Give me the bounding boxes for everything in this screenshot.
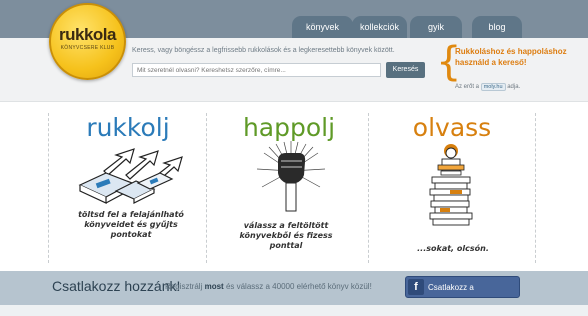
facebook-join-button[interactable]: f Csatlakozz a Facebookkal xyxy=(405,276,520,314)
column-title-olvass[interactable]: olvass xyxy=(372,113,532,142)
signup-footer: Csatlakozz hozzánk! Regisztrálj most és … xyxy=(0,271,588,314)
facebook-icon: f xyxy=(408,279,424,295)
nav-tab-books[interactable]: könyvek xyxy=(292,16,353,38)
moly-badge[interactable]: moly.hu xyxy=(480,83,506,91)
nav-tab-blog[interactable]: blog xyxy=(472,16,522,38)
join-title: Csatlakozz hozzánk! xyxy=(52,278,181,294)
reader-on-books-illustration xyxy=(429,144,473,226)
powered-by-suffix: adja. xyxy=(507,84,521,90)
nav-tab-collections[interactable]: kollekciók xyxy=(352,16,407,38)
logo-wordmark: rukkola xyxy=(59,25,116,44)
bottom-strip xyxy=(0,305,588,316)
column-caption-rukkolj: töltsd fel a felajánlható könyveidet és … xyxy=(78,210,184,239)
join-text: Regisztrálj most és válassz a 40000 elér… xyxy=(165,282,372,291)
divider-right xyxy=(535,113,536,263)
feature-columns: rukkolj töltsd fel a felajánlható könyve… xyxy=(0,103,588,271)
column-title-happolj[interactable]: happolj xyxy=(209,113,369,142)
search-tagline: Keress, vagy böngéssz a legfrissebb rukk… xyxy=(132,47,395,54)
join-text-rest: és válassz a 40000 elérhető könyv közül! xyxy=(225,282,372,291)
nav-tab-faq[interactable]: gyik xyxy=(410,16,462,38)
search-hint-message: Rukkoláshoz és happoláshoz használd a ke… xyxy=(455,47,567,67)
search-button[interactable]: Keresés xyxy=(386,62,425,78)
powered-by-prefix: Az erőt a xyxy=(455,84,480,90)
search-input[interactable] xyxy=(132,63,381,77)
column-title-rukkolj[interactable]: rukkolj xyxy=(48,113,208,142)
raised-fist-illustration xyxy=(256,141,326,212)
join-text-register[interactable]: Regisztrálj xyxy=(165,282,202,291)
logo-subtitle: KÖNYVCSERE KLUB xyxy=(60,45,115,51)
site-logo[interactable]: rukkola KÖNYVCSERE KLUB xyxy=(49,3,126,80)
column-caption-happolj: válassz a feltöltött könyvekből és fizes… xyxy=(239,221,333,250)
powered-by-note: Az erőt a moly.hu adja. xyxy=(455,83,520,91)
join-text-now: most xyxy=(204,282,224,291)
column-caption-olvass: ...sokat, olcsón. xyxy=(417,244,489,253)
books-upload-illustration xyxy=(78,148,183,204)
